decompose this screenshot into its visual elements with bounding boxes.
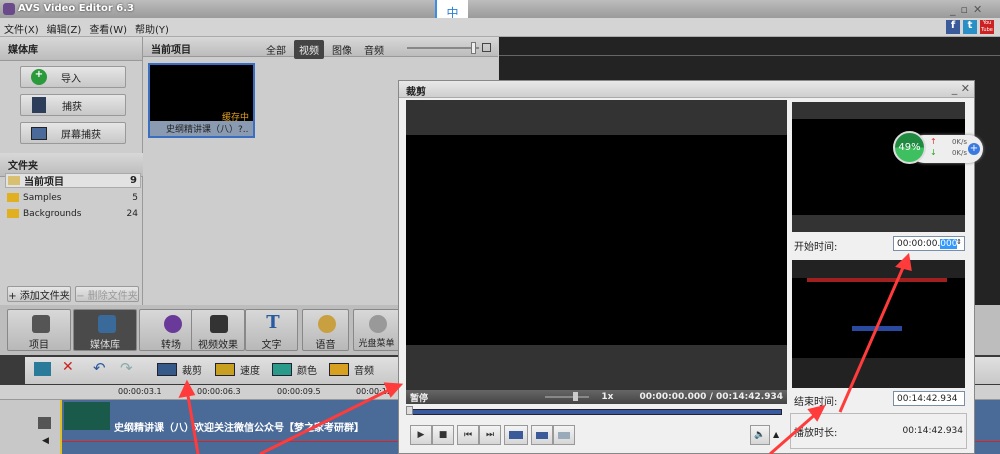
- arrow-to-end-time: [769, 410, 819, 454]
- arrow-to-start-time: [838, 262, 907, 413]
- arrow-to-dialog: [259, 386, 394, 454]
- arrow-head: [383, 382, 404, 398]
- arrow-head: [895, 252, 912, 272]
- arrow-head: [178, 379, 196, 398]
- annotation-arrows: [178, 252, 912, 454]
- arrow-to-trim: [185, 389, 200, 454]
